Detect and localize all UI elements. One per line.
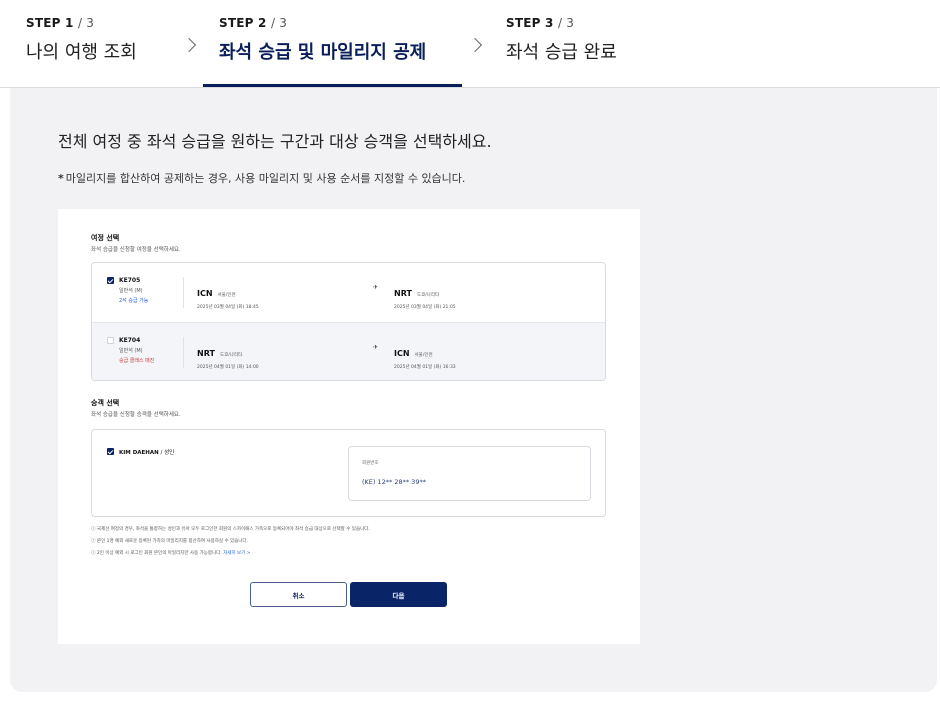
passenger-list: KIM DAEHAN / 성인 회원번호 (KE) 12** 28** 39**	[91, 429, 606, 517]
active-step-indicator	[203, 84, 462, 87]
divider	[183, 337, 184, 368]
step-name: 좌석 승급 및 마일리지 공제	[219, 42, 427, 63]
step-number: 3	[545, 16, 554, 30]
content-panel: 전체 여정 중 좌석 승급을 원하는 구간과 대상 승객을 선택하세요. * 마일…	[10, 88, 937, 692]
note-star: *	[58, 172, 64, 185]
step-label: STEP	[219, 16, 254, 30]
passenger-section-subtitle: 좌석 승급을 신청할 승객을 선택하세요.	[91, 412, 181, 418]
member-number-box: 회원번호 (KE) 12** 28** 39**	[348, 446, 591, 501]
progress-stepper: STEP 1 / 3 나의 여행 조회 STEP 2 / 3 좌석 승급 및 마…	[0, 0, 940, 88]
departure-code: ICN	[197, 289, 213, 298]
departure-time: 2025년 04월 01일 (화) 14:00	[197, 365, 259, 370]
info-note: ⓘ 2인 이상 예외 시 로그인 회원 본인의 마일리지만 사용 가능합니다. …	[91, 550, 251, 556]
next-button[interactable]: 다음	[350, 582, 447, 607]
departure-city: 도쿄/나리타	[219, 353, 243, 358]
arrival-code: ICN	[394, 349, 410, 358]
passenger-section-title: 승객 선택	[91, 399, 120, 407]
step-total: / 3	[77, 16, 95, 30]
step-name: 좌석 승급 완료	[506, 42, 617, 63]
passenger-checkbox[interactable]	[107, 448, 114, 455]
note-text: 마일리지를 합산하여 공제하는 경우, 사용 마일리지 및 사용 순서를 지정할…	[65, 172, 466, 185]
step-total: / 3	[557, 16, 575, 30]
flight-number: KE705	[119, 277, 141, 284]
arrival-time: 2025년 04월 01일 (화) 16:33	[394, 365, 456, 370]
member-number-label: 회원번호	[362, 461, 379, 466]
step-number: 1	[65, 16, 74, 30]
chevron-right-icon	[181, 37, 197, 53]
step-number: 2	[258, 16, 267, 30]
upgrade-status: 승급 클래스 매진	[119, 358, 155, 364]
departure-city: 서울/인천	[217, 293, 236, 298]
step-total: / 3	[270, 16, 288, 30]
step-3: STEP 3 / 3 좌석 승급 완료	[506, 16, 617, 64]
step-name: 나의 여행 조회	[26, 42, 137, 63]
flight-checkbox	[107, 337, 114, 344]
departure-code: NRT	[197, 349, 215, 358]
flight-row: KE704 일반석 (M) 승급 클래스 매진 NRT 도쿄/나리타 2025년 …	[92, 322, 605, 380]
itinerary-section-title: 여정 선택	[91, 234, 120, 242]
arrival: NRT 도쿄/나리타 2025년 03월 04일 (화) 21:05	[394, 281, 456, 310]
flight-list: KE705 일반석 (M) 2석 승급 가능 ICN 서울/인천 2025년 03…	[91, 262, 606, 381]
arrival: ICN 서울/인천 2025년 04월 01일 (화) 16:33	[394, 341, 456, 370]
flight-checkbox[interactable]	[107, 277, 114, 284]
cancel-button[interactable]: 취소	[250, 582, 347, 607]
arrival-city: 서울/인천	[414, 353, 433, 358]
info-note: ⓘ 본인 1명 예외 새로운 등록된 가족의 마일리지를 합산하여 사용하실 수…	[91, 539, 249, 544]
chevron-right-icon	[467, 37, 483, 53]
departure: ICN 서울/인천 2025년 03월 04일 (화) 18:45	[197, 281, 259, 310]
departure: NRT 도쿄/나리타 2025년 04월 01일 (화) 14:00	[197, 341, 259, 370]
itinerary-section-subtitle: 좌석 승급을 신청할 여정을 선택하세요.	[91, 247, 181, 253]
info-note: ⓘ 국제선 여정의 경우, 좌석을 통합하는 성인과 유아 모두 로그인한 회원…	[91, 527, 370, 532]
step-1: STEP 1 / 3 나의 여행 조회	[26, 16, 137, 64]
airplane-icon: ✈	[373, 284, 379, 291]
info-note-text: ⓘ 2인 이상 예외 시 로그인 회원 본인의 마일리지만 사용 가능합니다.	[91, 551, 222, 556]
upgrade-status: 2석 승급 가능	[119, 298, 149, 304]
arrival-city: 도쿄/나리타	[416, 293, 440, 298]
page-headline: 전체 여정 중 좌석 승급을 원하는 구간과 대상 승객을 선택하세요.	[58, 132, 492, 151]
mileage-note: * 마일리지를 합산하여 공제하는 경우, 사용 마일리지 및 사용 순서를 지정…	[58, 170, 465, 186]
details-link[interactable]: 자세히 보기 >	[223, 551, 250, 556]
upgrade-form-card: 여정 선택 좌석 승급을 신청할 여정을 선택하세요. KE705 일반석 (M…	[58, 209, 640, 644]
passenger-name-text: KIM DAEHAN	[119, 450, 159, 456]
flight-row[interactable]: KE705 일반석 (M) 2석 승급 가능 ICN 서울/인천 2025년 03…	[92, 263, 605, 322]
step-label: STEP	[506, 16, 541, 30]
flight-number: KE704	[119, 337, 141, 344]
passenger-type: / 성인	[160, 450, 175, 456]
step-2: STEP 2 / 3 좌석 승급 및 마일리지 공제	[219, 16, 426, 64]
arrival-code: NRT	[394, 289, 412, 298]
passenger-name[interactable]: KIM DAEHAN / 성인	[119, 448, 174, 456]
cabin-class: 일반석 (M)	[119, 288, 143, 294]
member-number-value: (KE) 12** 28** 39**	[362, 478, 426, 486]
departure-time: 2025년 03월 04일 (화) 18:45	[197, 305, 259, 310]
divider	[183, 277, 184, 308]
cabin-class: 일반석 (M)	[119, 348, 143, 354]
step-label: STEP	[26, 16, 61, 30]
airplane-icon: ✈	[373, 344, 379, 351]
arrival-time: 2025년 03월 04일 (화) 21:05	[394, 305, 456, 310]
